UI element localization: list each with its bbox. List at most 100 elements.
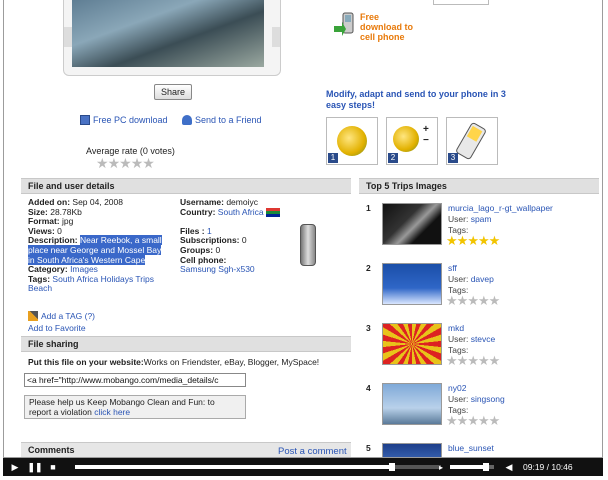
put-on-website-label: Put this file on your website: xyxy=(28,357,144,367)
report-click-here-link[interactable]: click here xyxy=(94,407,130,417)
trip-user: User: singsong xyxy=(448,394,505,404)
trip-title-link[interactable]: murcia_lago_r-gt_wallpaper xyxy=(448,203,553,213)
step-number: 1 xyxy=(328,153,338,163)
download-line-2[interactable]: download to xyxy=(360,22,413,32)
trip-user-link[interactable]: spam xyxy=(471,214,492,224)
category-link[interactable]: Images xyxy=(70,264,98,274)
image-preview xyxy=(63,0,281,76)
trip-title-link[interactable]: ny02 xyxy=(448,383,466,393)
groups-value: 0 xyxy=(215,244,221,255)
trip-title-link[interactable]: sff xyxy=(448,263,457,273)
save-icon xyxy=(80,115,90,125)
trip-user-link[interactable]: stevce xyxy=(471,334,496,344)
step-1-thumb[interactable]: 1 xyxy=(326,117,378,165)
star-icon: ★ xyxy=(477,233,490,248)
star-icon: ★ xyxy=(456,353,469,368)
star-icon: ★ xyxy=(488,413,501,428)
subscriptions-value: 0 xyxy=(241,235,247,246)
trip-rating-stars: ★★★★★ xyxy=(446,293,500,309)
star-icon[interactable]: ★ xyxy=(108,155,121,171)
country-link[interactable]: South Africa xyxy=(218,207,264,217)
star-icon: ★ xyxy=(477,353,490,368)
country-flag-icon xyxy=(266,207,281,217)
download-line-1[interactable]: Free xyxy=(360,12,413,22)
stop-icon[interactable]: ■ xyxy=(45,459,61,475)
trip-rating-stars: ★★★★★ xyxy=(446,233,500,249)
chevron-right-icon[interactable]: ▸ xyxy=(433,459,449,475)
add-to-favorite-link[interactable]: Add to Favorite xyxy=(28,323,86,333)
add-tag-label[interactable]: Add a TAG (?) xyxy=(41,311,95,321)
star-icon[interactable]: ★ xyxy=(131,155,144,171)
download-to-cell-phone-link[interactable]: Free download to cell phone xyxy=(360,12,413,42)
play-icon[interactable]: ▶ xyxy=(7,459,23,475)
trip-rank: 1 xyxy=(366,203,371,213)
trip-thumbnail[interactable] xyxy=(382,203,442,245)
added-on-value: Sep 04, 2008 xyxy=(72,197,123,207)
star-icon[interactable]: ★ xyxy=(96,155,109,171)
size-label: Size: xyxy=(28,206,48,217)
trip-rank: 5 xyxy=(366,443,371,453)
resize-icon: + − xyxy=(423,124,429,146)
volume-handle[interactable] xyxy=(483,463,490,471)
volume-slider[interactable] xyxy=(450,463,494,471)
share-button[interactable]: Share xyxy=(154,84,192,100)
star-icon: ★ xyxy=(477,293,490,308)
trip-user: User: spam xyxy=(448,214,491,224)
send-to-friend-link[interactable]: Send to a Friend xyxy=(182,115,262,125)
star-icon: ★ xyxy=(477,413,490,428)
star-icon[interactable]: ★ xyxy=(119,155,132,171)
size-value: 28.78Kb xyxy=(50,206,82,217)
file-details-header: File and user details xyxy=(21,178,351,194)
tags-link[interactable]: Beach xyxy=(28,283,52,294)
post-comment-link[interactable]: Post a comment xyxy=(278,446,347,457)
pause-icon[interactable]: ❚❚ xyxy=(27,459,43,475)
user-icon xyxy=(182,115,192,125)
trip-thumbnail[interactable] xyxy=(382,323,442,365)
seek-bar[interactable] xyxy=(75,463,441,471)
top5-header: Top 5 Trips Images xyxy=(359,178,599,194)
user-label: User: xyxy=(448,214,469,224)
trip-rating-stars: ★★★★★ xyxy=(446,353,500,369)
pencil-icon xyxy=(28,311,38,321)
volume-level xyxy=(450,465,487,469)
flower-image xyxy=(337,126,367,156)
trip-user-link[interactable]: davep xyxy=(471,274,494,284)
embed-code-input[interactable] xyxy=(24,373,246,387)
trip-user: User: davep xyxy=(448,274,494,284)
trip-thumbnail[interactable] xyxy=(382,263,442,305)
rating-stars[interactable]: ★★★★★ xyxy=(96,155,155,172)
user-label: User: xyxy=(448,274,469,284)
send-to-friend-label[interactable]: Send to a Friend xyxy=(195,115,262,125)
star-icon[interactable]: ★ xyxy=(142,155,155,171)
tags-link[interactable]: South Africa Holidays Trips xyxy=(52,274,154,284)
star-icon: ★ xyxy=(456,413,469,428)
step-2-thumb[interactable]: + − 2 xyxy=(386,117,438,165)
description-text: Near Reebok, a small xyxy=(79,235,162,246)
step-3-thumb[interactable]: 3 xyxy=(446,117,498,165)
free-pc-download-link[interactable]: Free PC download xyxy=(80,115,168,125)
trip-title-link[interactable]: blue_sunset xyxy=(448,443,494,453)
preview-edge-left xyxy=(64,27,72,47)
trip-user-link[interactable]: singsong xyxy=(471,394,505,404)
groups-label: Groups: xyxy=(180,244,214,255)
added-on-label: Added on: xyxy=(28,197,71,207)
free-pc-download-label[interactable]: Free PC download xyxy=(93,115,168,125)
modify-steps-text[interactable]: Modify, adapt and send to your phone in … xyxy=(326,89,526,111)
star-icon: ★ xyxy=(456,233,469,248)
category-label: Category: xyxy=(28,264,68,275)
trip-rating-stars: ★★★★★ xyxy=(446,413,501,429)
phone-download-icon[interactable] xyxy=(333,12,355,40)
star-icon: ★ xyxy=(446,233,458,248)
speaker-icon[interactable]: ◀ xyxy=(501,459,517,475)
share-instructions: Put this file on your website:Works on F… xyxy=(28,357,319,367)
files-link[interactable]: 1 xyxy=(207,226,212,236)
seek-handle[interactable] xyxy=(388,463,395,471)
trip-thumbnail[interactable] xyxy=(382,383,442,425)
star-icon: ★ xyxy=(467,353,479,368)
add-tag-link[interactable]: Add a TAG (?) xyxy=(28,311,95,321)
star-icon: ★ xyxy=(446,353,458,368)
cell-phone-link[interactable]: Samsung Sgh-x530 xyxy=(180,264,255,274)
download-line-3[interactable]: cell phone xyxy=(360,32,413,42)
trip-thumbnail[interactable] xyxy=(382,443,442,457)
trip-title-link[interactable]: mkd xyxy=(448,323,464,333)
